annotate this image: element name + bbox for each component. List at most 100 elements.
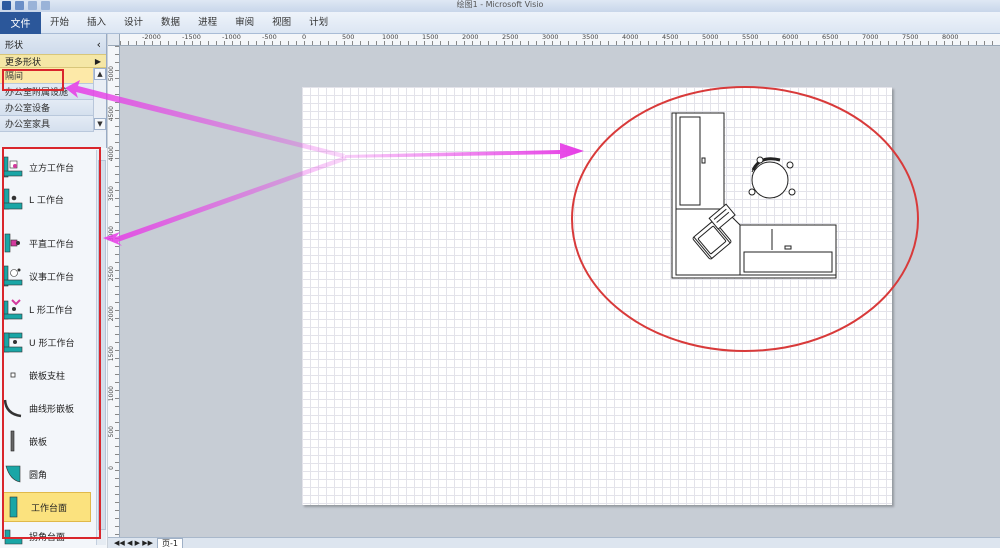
ruler-tick-label: 7000	[862, 33, 879, 41]
shape-label: L 形工作台	[29, 305, 73, 316]
tab-design[interactable]: 设计	[115, 12, 152, 34]
scroll-down-icon[interactable]: ▼	[94, 118, 106, 130]
shape-panel-post[interactable]: 嵌板支柱	[2, 360, 94, 390]
shape-label: 工作台面	[31, 503, 68, 514]
tab-home[interactable]: 开始	[41, 12, 78, 34]
ruler-tick-label: 6000	[782, 33, 799, 41]
shape-label: U 形工作台	[29, 338, 75, 349]
ribbon-tabs: 文件 开始 插入 设计 数据 进程 审阅 视图 计划	[0, 11, 1000, 34]
shapes-grid: 立方工作台 L 工作台 平直工作台 议事工作台 L 形工作台 U 形工作台 嵌板…	[0, 148, 107, 548]
shape-round-corner[interactable]: 圆角	[2, 459, 94, 489]
stencil-office-equipment[interactable]: 办公室设备	[0, 100, 93, 116]
stencil-label: 隔间	[5, 72, 24, 82]
ruler-tick-label: 0	[302, 33, 307, 41]
status-bar: ◀◀ ◀ ▶ ▶▶ 页-1	[108, 537, 1000, 548]
ruler-tick-label: 1500	[108, 346, 115, 362]
stencil-cubicles[interactable]: 隔间	[0, 68, 93, 84]
ruler-tick-label: 1500	[422, 33, 439, 41]
stencil-scrollbar[interactable]: ▲ ▼	[93, 68, 106, 132]
shapes-scrollbar[interactable]	[96, 150, 106, 545]
ruler-tick-label: -2000	[142, 33, 161, 41]
tab-process[interactable]: 进程	[189, 12, 226, 34]
shape-work-surface[interactable]: 工作台面	[3, 492, 91, 522]
ruler-tick-label: 3000	[542, 33, 559, 41]
stencil-list: 隔间 办公室附属设施 办公室设备 办公室家具 ▲ ▼	[0, 68, 106, 132]
shape-label: 嵌板	[29, 437, 48, 448]
ruler-tick-label: 1000	[108, 386, 115, 402]
shapes-scroll-thumb[interactable]	[98, 160, 106, 530]
shape-label: 平直工作台	[29, 239, 75, 250]
tab-insert[interactable]: 插入	[78, 12, 115, 34]
stencil-scroll-track[interactable]	[94, 80, 106, 118]
shape-curved-panel[interactable]: 曲线形嵌板	[2, 393, 94, 423]
shape-label: 曲线形嵌板	[29, 404, 75, 415]
chevron-right-icon: ▶	[94, 56, 101, 66]
title-bar: 绘图1 - Microsoft Visio	[0, 0, 1000, 12]
corner-surface-icon	[4, 529, 23, 545]
ruler-tick-label: 7500	[902, 33, 919, 41]
shape-label: 立方工作台	[29, 163, 75, 174]
l-shaped-workstation-icon	[3, 299, 23, 320]
ruler-tick-label: 5000	[108, 66, 115, 82]
panel-icon	[10, 430, 15, 452]
shape-panel[interactable]: 嵌板	[2, 426, 94, 456]
stencil-office-accessories[interactable]: 办公室附属设施	[0, 84, 93, 100]
drawing-page[interactable]	[302, 87, 892, 505]
ruler-tick-label: 2500	[502, 33, 519, 41]
meeting-workstation-icon	[3, 265, 23, 287]
ruler-tick-label: 4000	[108, 146, 115, 162]
horizontal-ruler: -2000 -1500 -1000 -500 0 500 1000 1500 2000 2500 3…	[120, 34, 1000, 46]
scroll-up-icon[interactable]: ▲	[94, 68, 106, 80]
l-workstation-icon	[3, 188, 23, 210]
shape-straight-workstation[interactable]: 平直工作台	[2, 228, 94, 258]
shape-meeting-workstation[interactable]: 议事工作台	[2, 261, 94, 291]
ruler-tick-label: 2000	[108, 306, 115, 322]
ruler-tick-label: 500	[108, 426, 115, 438]
shape-l-workstation[interactable]: L 工作台	[2, 184, 94, 214]
straight-workstation-icon	[4, 233, 20, 253]
ruler-tick-label: 4500	[662, 33, 679, 41]
shape-corner-surface[interactable]: 拐角台面	[2, 524, 94, 548]
ruler-tick-label: 2500	[108, 266, 115, 282]
shape-cube-workstation[interactable]: 立方工作台	[2, 152, 94, 182]
vertical-ruler: 5000 4500 4000 3500 3000 2500 2000 1500 1000 500 0	[108, 46, 120, 548]
stencil-office-furniture[interactable]: 办公室家具	[0, 116, 93, 132]
ruler-tick-label: 5000	[702, 33, 719, 41]
ruler-tick-label: -1500	[182, 33, 201, 41]
ruler-tick-label: 1000	[382, 33, 399, 41]
ruler-tick-label: 500	[342, 33, 355, 41]
shapes-panel-title: 形状	[5, 40, 24, 51]
panel-post-icon	[10, 372, 16, 378]
shape-label: 拐角台面	[29, 532, 66, 543]
ruler-corner	[108, 34, 120, 46]
tab-file[interactable]: 文件	[0, 11, 41, 34]
tab-review[interactable]: 审阅	[226, 12, 263, 34]
shape-u-shaped-workstation[interactable]: U 形工作台	[2, 327, 94, 357]
ruler-tick-label: 5500	[742, 33, 759, 41]
stencil-label: 办公室附属设施	[5, 88, 69, 98]
ruler-tick-label: 2000	[462, 33, 479, 41]
more-shapes-button[interactable]: 更多形状 ▶	[0, 54, 106, 68]
stencil-label: 办公室设备	[5, 104, 51, 114]
tab-plan[interactable]: 计划	[300, 12, 337, 34]
u-shaped-workstation-icon	[3, 332, 23, 353]
drawing-canvas[interactable]	[120, 47, 1000, 537]
ruler-tick-label: 3500	[582, 33, 599, 41]
page-nav-icon[interactable]: ◀◀ ◀ ▶ ▶▶	[114, 539, 153, 547]
page-tab[interactable]: 页-1	[156, 537, 183, 548]
tab-data[interactable]: 数据	[152, 12, 189, 34]
window-title: 绘图1 - Microsoft Visio	[456, 0, 544, 9]
shape-l-shaped-workstation[interactable]: L 形工作台	[2, 294, 94, 324]
shape-label: L 工作台	[29, 195, 64, 206]
cube-workstation-icon	[3, 156, 23, 178]
ruler-tick-label: 4000	[622, 33, 639, 41]
ruler-tick-label: -500	[262, 33, 277, 41]
collapse-panel-icon[interactable]: ‹	[97, 38, 101, 51]
work-surface-icon	[9, 496, 18, 518]
round-corner-icon	[5, 465, 21, 483]
ruler-tick-label: 4500	[108, 106, 115, 122]
ruler-tick-label: 3500	[108, 186, 115, 202]
shape-label: 议事工作台	[29, 272, 75, 283]
tab-view[interactable]: 视图	[263, 12, 300, 34]
ruler-tick-label: 0	[108, 466, 115, 470]
